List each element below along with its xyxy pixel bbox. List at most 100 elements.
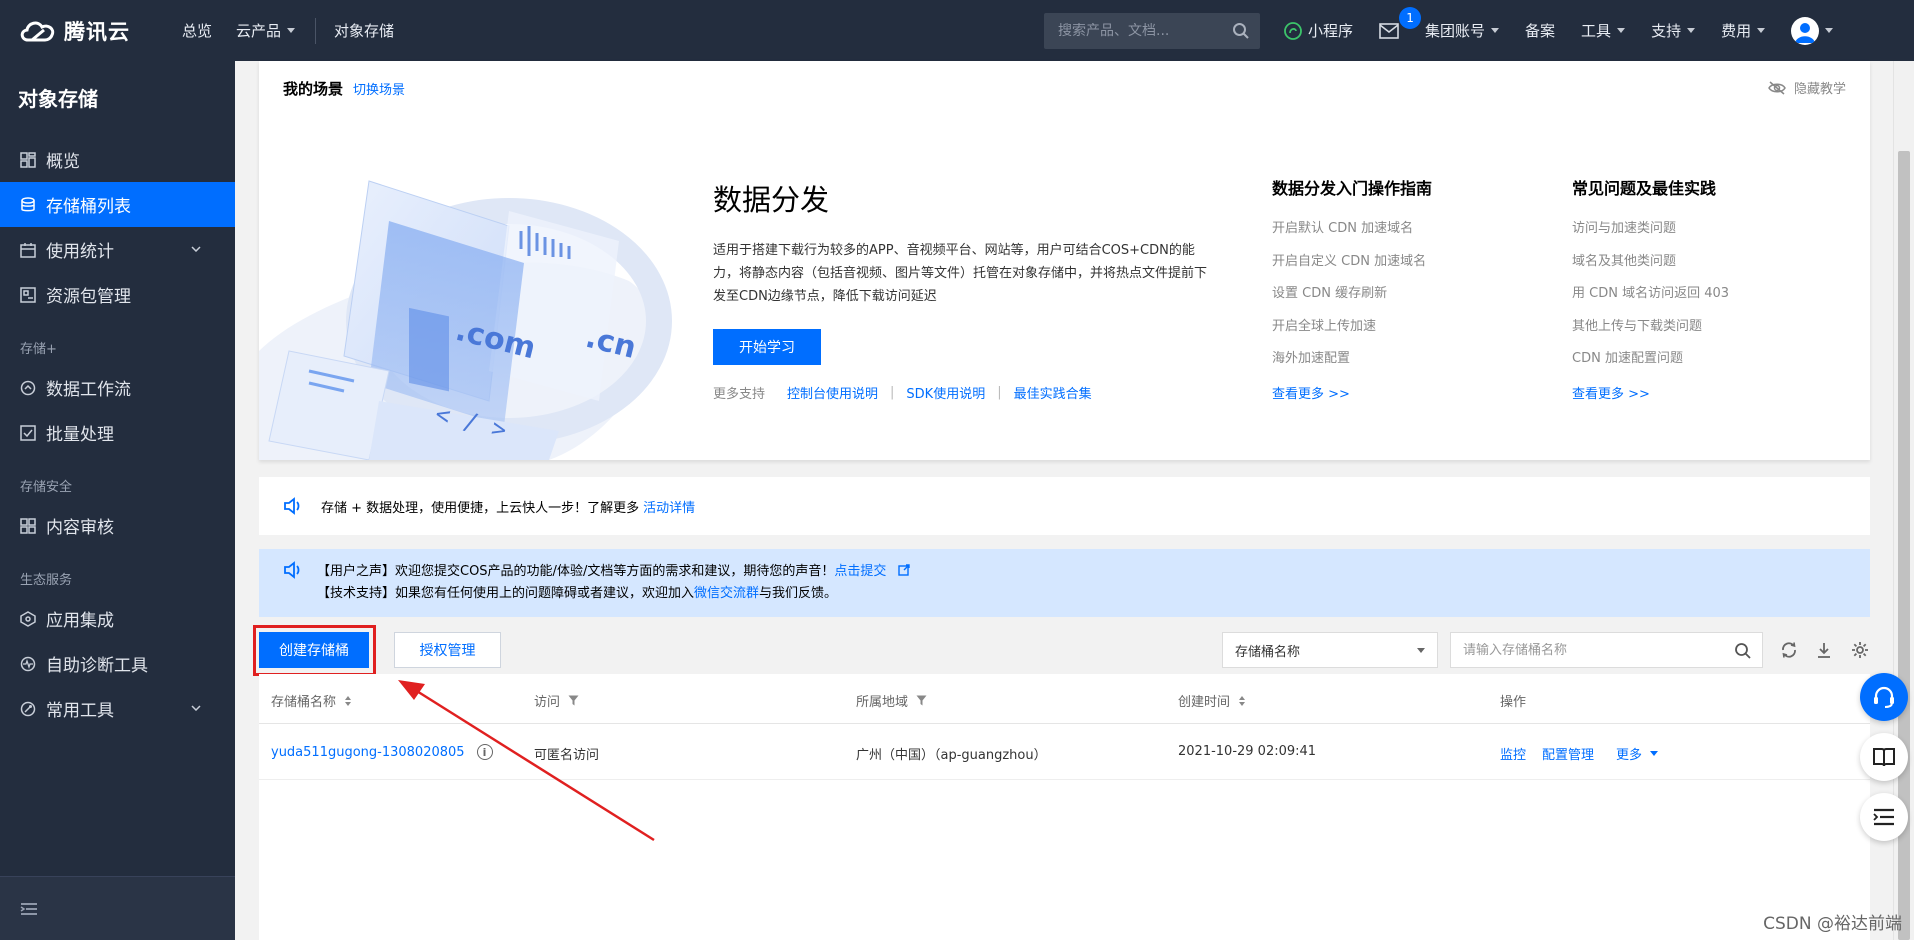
guide-link[interactable]: 开启默认 CDN 加速域名 xyxy=(1272,217,1432,250)
wechat-group-link[interactable]: 微信交流群 xyxy=(694,586,759,601)
external-link-icon[interactable] xyxy=(898,564,911,576)
group-account-menu[interactable]: 集团账号 xyxy=(1425,20,1500,41)
tech-support-text-end: 与我们反馈。 xyxy=(759,586,838,601)
billing-menu[interactable]: 费用 xyxy=(1721,20,1766,41)
sidebar-item-overview[interactable]: 概览 xyxy=(0,137,235,182)
user-icon xyxy=(1795,22,1816,43)
console-guide-link[interactable]: 控制台使用说明 xyxy=(787,383,878,402)
download-icon[interactable] xyxy=(1815,641,1833,659)
nav-current-product[interactable]: 对象存储 xyxy=(334,20,394,41)
guide-link[interactable]: 开启全球上传加速 xyxy=(1272,315,1432,348)
submit-feedback-link[interactable]: 点击提交 xyxy=(834,564,886,579)
sidebar-item-common-tools[interactable]: 常用工具 xyxy=(0,686,235,731)
bucket-name-link[interactable]: yuda511gugong-1308020805 xyxy=(271,745,465,760)
table-header: 存储桶名称 访问 所属地域 创建时间 操作 xyxy=(259,674,1870,724)
nav-products[interactable]: 云产品 xyxy=(236,20,296,41)
user-menu[interactable] xyxy=(1791,16,1834,45)
hide-tutorial-label: 隐藏教学 xyxy=(1793,82,1846,97)
sidebar-item-resource-package[interactable]: 资源包管理 xyxy=(0,272,235,317)
caret-down-icon xyxy=(1417,648,1425,653)
caret-down-icon xyxy=(1825,28,1834,33)
info-icon[interactable]: i xyxy=(476,744,493,760)
guide-link[interactable]: 开启自定义 CDN 加速域名 xyxy=(1272,250,1432,283)
sidebar-item-app-integration[interactable]: 应用集成 xyxy=(0,596,235,641)
bucket-search-input[interactable] xyxy=(1463,642,1723,658)
created-time-cell: 2021-10-29 02:09:41 xyxy=(1178,744,1317,759)
col-access[interactable]: 访问 xyxy=(534,691,579,710)
brand-logo[interactable]: 腾讯云 xyxy=(18,16,158,46)
faq-link[interactable]: 访问与加速类问题 xyxy=(1572,217,1729,250)
gear-icon[interactable] xyxy=(1851,641,1869,659)
caret-down-icon xyxy=(287,28,296,33)
col-bucket-name[interactable]: 存储桶名称 xyxy=(271,691,352,710)
link-divider: | xyxy=(997,385,1002,400)
search-icon[interactable] xyxy=(1734,642,1752,660)
bucket-name-cell: yuda511gugong-1308020805 i xyxy=(271,744,493,760)
sidebar-item-bucket-list[interactable]: 存储桶列表 xyxy=(0,182,235,227)
tools-label: 工具 xyxy=(1581,22,1612,40)
col-region[interactable]: 所属地域 xyxy=(856,691,927,710)
sidebar-item-data-workflow[interactable]: 数据工作流 xyxy=(0,365,235,410)
icp-filing-label: 备案 xyxy=(1525,22,1556,40)
tools-icon xyxy=(20,701,36,716)
best-practice-link[interactable]: 最佳实践合集 xyxy=(1014,383,1092,402)
refresh-icon[interactable] xyxy=(1780,641,1798,659)
start-learning-button[interactable]: 开始学习 xyxy=(713,329,821,365)
table-row: yuda511gugong-1308020805 i 可匿名访问 广州（中国）（… xyxy=(259,724,1870,780)
menu-list-button[interactable] xyxy=(1860,793,1908,841)
guide-more-link[interactable]: 查看更多 >> xyxy=(1272,383,1432,402)
authorization-button[interactable]: 授权管理 xyxy=(394,632,501,668)
feedback-line-user-voice: 【用户之声】欢迎您提交COS产品的功能/体验/文档等方面的需求和建议，期待您的声… xyxy=(317,561,1870,583)
more-support-label: 更多支持 xyxy=(713,387,766,402)
sidebar-item-diagnose-tool[interactable]: 自助诊断工具 xyxy=(0,641,235,686)
customer-service-button[interactable] xyxy=(1860,673,1908,721)
caret-down-icon xyxy=(1650,751,1659,756)
collapse-menu-icon xyxy=(20,902,37,915)
messages-menu[interactable]: 1 xyxy=(1379,6,1422,39)
miniprogram-icon xyxy=(1284,21,1302,40)
sidebar-item-usage-stats[interactable]: 使用统计 xyxy=(0,227,235,272)
guide-link[interactable]: 设置 CDN 缓存刷新 xyxy=(1272,282,1432,315)
bucket-search xyxy=(1450,632,1763,668)
search-icon[interactable] xyxy=(1232,22,1250,40)
sidebar-collapse-button[interactable] xyxy=(0,876,235,940)
global-search-input[interactable] xyxy=(1058,23,1228,39)
nav-products-label: 云产品 xyxy=(236,22,282,40)
region-cell: 广州（中国）（ap-guangzhou） xyxy=(856,748,1047,763)
switch-scene-link[interactable]: 切换场景 xyxy=(353,79,405,98)
guide-link[interactable]: 海外加速配置 xyxy=(1272,347,1432,380)
miniprogram-label: 小程序 xyxy=(1308,22,1354,40)
sidebar-item-batch[interactable]: 批量处理 xyxy=(0,410,235,455)
book-icon xyxy=(1873,748,1895,767)
faq-more-link[interactable]: 查看更多 >> xyxy=(1572,383,1729,402)
caret-down-icon xyxy=(1491,28,1500,33)
more-actions-link[interactable]: 更多 xyxy=(1616,744,1642,763)
nav-overview[interactable]: 总览 xyxy=(182,20,212,41)
sdk-guide-link[interactable]: SDK使用说明 xyxy=(906,383,985,402)
sidebar-item-label: 内容审核 xyxy=(46,518,114,538)
actions-cell: 监控 配置管理 更多 xyxy=(1500,744,1659,763)
search-field-select-value: 存储桶名称 xyxy=(1235,644,1301,660)
support-menu[interactable]: 支持 xyxy=(1651,20,1696,41)
miniprogram-menu[interactable]: 小程序 xyxy=(1284,20,1353,41)
annotation-highlight-box xyxy=(253,625,376,676)
hide-tutorial-button[interactable]: 隐藏教学 xyxy=(1768,78,1846,97)
faq-link[interactable]: 其他上传与下载类问题 xyxy=(1572,315,1729,348)
sidebar-item-label: 自助诊断工具 xyxy=(46,656,148,676)
sidebar-item-content-moderation[interactable]: 内容审核 xyxy=(0,503,235,548)
faq-link[interactable]: 域名及其他类问题 xyxy=(1572,250,1729,283)
monitor-link[interactable]: 监控 xyxy=(1500,744,1526,763)
col-created-time[interactable]: 创建时间 xyxy=(1178,691,1246,710)
sidebar-item-label: 概览 xyxy=(46,152,80,172)
tools-menu[interactable]: 工具 xyxy=(1581,20,1626,41)
billing-label: 费用 xyxy=(1721,22,1752,40)
icp-filing-link[interactable]: 备案 xyxy=(1525,20,1555,41)
docs-button[interactable] xyxy=(1860,733,1908,781)
caret-down-icon xyxy=(1617,28,1626,33)
sort-icon xyxy=(345,695,352,706)
promo-detail-link[interactable]: 活动详情 xyxy=(643,497,695,516)
faq-link[interactable]: CDN 加速配置问题 xyxy=(1572,347,1729,380)
config-manage-link[interactable]: 配置管理 xyxy=(1542,744,1594,763)
faq-link[interactable]: 用 CDN 域名访问返回 403 xyxy=(1572,282,1729,315)
search-field-select[interactable]: 存储桶名称 xyxy=(1222,632,1438,668)
